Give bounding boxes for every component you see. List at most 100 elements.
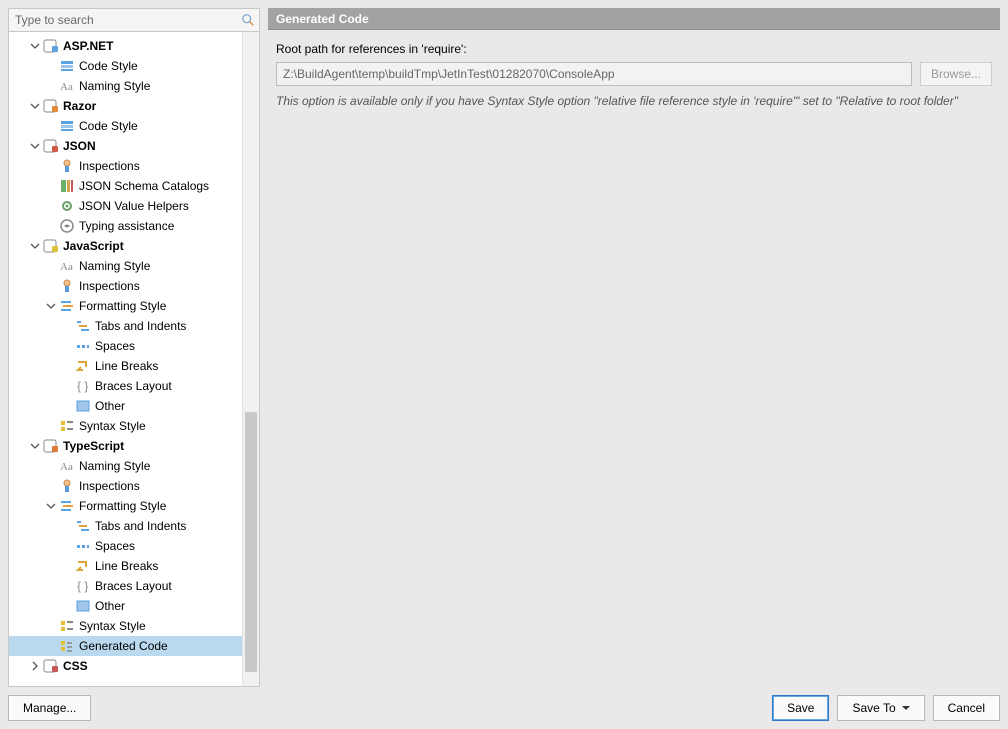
tree-item-label: CSS: [63, 656, 88, 676]
root-path-label: Root path for references in 'require':: [276, 42, 992, 56]
save-button[interactable]: Save: [772, 695, 829, 721]
expander-icon[interactable]: [45, 300, 57, 312]
tree-row-naming-style[interactable]: AaNaming Style: [9, 256, 259, 276]
tree-row-json[interactable]: JSON: [9, 136, 259, 156]
cat-icon: [59, 178, 75, 194]
hint-text: This option is available only if you hav…: [276, 94, 992, 108]
footer: Manage... Save Save To Cancel: [0, 687, 1008, 729]
tree-item-label: Code Style: [79, 56, 138, 76]
tree-item-label: Other: [95, 396, 125, 416]
tree-item-label: JSON Schema Catalogs: [79, 176, 209, 196]
tree-item-label: Tabs and Indents: [95, 516, 186, 536]
tree-row-braces-layout[interactable]: { } Braces Layout: [9, 376, 259, 396]
expander-icon[interactable]: [29, 40, 41, 52]
tree-row-other[interactable]: Other: [9, 396, 259, 416]
manage-button[interactable]: Manage...: [8, 695, 91, 721]
tree-row-inspections[interactable]: Inspections: [9, 276, 259, 296]
expander-icon[interactable]: [29, 440, 41, 452]
tree-row-code-style[interactable]: Code Style: [9, 56, 259, 76]
tree-scrollbar[interactable]: [242, 32, 259, 686]
tree-row-spaces[interactable]: Spaces: [9, 336, 259, 356]
tree-row-tabs-and-indents[interactable]: Tabs and Indents: [9, 516, 259, 536]
tree-row-line-breaks[interactable]: Line Breaks: [9, 556, 259, 576]
tree-item-label: Line Breaks: [95, 556, 158, 576]
tree-row-naming-style[interactable]: AaNaming Style: [9, 76, 259, 96]
tree-row-syntax-style[interactable]: Syntax Style: [9, 416, 259, 436]
tree-row-generated-code[interactable]: Generated Code: [9, 636, 259, 656]
tree-item-label: Inspections: [79, 476, 140, 496]
search-container: [8, 8, 260, 32]
tree-row-json-schema-catalogs[interactable]: JSON Schema Catalogs: [9, 176, 259, 196]
section-body: Root path for references in 'require': B…: [268, 30, 1000, 687]
search-icon[interactable]: [241, 13, 255, 27]
tree-row-other[interactable]: Other: [9, 596, 259, 616]
tree-row-typing-assistance[interactable]: Typing assistance: [9, 216, 259, 236]
expander-icon[interactable]: [29, 100, 41, 112]
tree-item-label: Typing assistance: [79, 216, 174, 236]
page-title: Generated Code: [268, 8, 1000, 30]
cancel-button[interactable]: Cancel: [933, 695, 1000, 721]
style-icon: [59, 118, 75, 134]
tree-item-label: JSON Value Helpers: [79, 196, 189, 216]
tree-item-label: Tabs and Indents: [95, 316, 186, 336]
scroll-thumb[interactable]: [245, 412, 257, 672]
tree-row-css[interactable]: CSS: [9, 656, 259, 676]
tree-row-code-style[interactable]: Code Style: [9, 116, 259, 136]
brace-icon: { }: [75, 578, 91, 594]
save-to-label: Save To: [852, 701, 895, 715]
brace-icon: { }: [75, 378, 91, 394]
svg-text:Aa: Aa: [60, 81, 73, 93]
tree-item-label: Braces Layout: [95, 376, 172, 396]
json-icon: [43, 138, 59, 154]
tree-row-formatting-style[interactable]: Formatting Style: [9, 496, 259, 516]
tree-row-asp-net[interactable]: ASP.NET: [9, 36, 259, 56]
svg-text:{ }: { }: [77, 579, 88, 593]
expander-icon[interactable]: [29, 240, 41, 252]
syn-icon: [59, 418, 75, 434]
expander-icon[interactable]: [45, 500, 57, 512]
search-input[interactable]: [9, 9, 259, 31]
tree-row-braces-layout[interactable]: { }Braces Layout: [9, 576, 259, 596]
svg-text:Aa: Aa: [60, 461, 73, 473]
tree-item-label: Naming Style: [79, 456, 150, 476]
js-icon: [43, 238, 59, 254]
tree-item-label: Code Style: [79, 116, 138, 136]
expander-icon[interactable]: [29, 140, 41, 152]
tree-row-razor[interactable]: Razor: [9, 96, 259, 116]
tree-row-json-value-helpers[interactable]: JSON Value Helpers: [9, 196, 259, 216]
options-dialog: ASP.NETCode StyleAaNaming StyleRazorCode…: [0, 0, 1008, 729]
typing-icon: [59, 218, 75, 234]
aa-icon: Aa: [59, 258, 75, 274]
tree-item-label: Formatting Style: [79, 496, 166, 516]
tree-container: ASP.NETCode StyleAaNaming StyleRazorCode…: [8, 32, 260, 687]
root-path-input: [276, 62, 912, 86]
insp-icon: [59, 278, 75, 294]
tree-row-line-breaks[interactable]: Line Breaks: [9, 356, 259, 376]
tree-item-label: Formatting Style: [79, 296, 166, 316]
tree-row-formatting-style[interactable]: Formatting Style: [9, 296, 259, 316]
razor-icon: [43, 98, 59, 114]
tree-row-javascript[interactable]: JavaScript: [9, 236, 259, 256]
root-path-row: Browse...: [276, 62, 992, 86]
left-pane: ASP.NETCode StyleAaNaming StyleRazorCode…: [8, 8, 260, 687]
tree-item-label: Other: [95, 596, 125, 616]
svg-text:{ }: { }: [77, 379, 88, 393]
tree-row-naming-style[interactable]: Aa Naming Style: [9, 456, 259, 476]
tree-row-spaces[interactable]: Spaces: [9, 536, 259, 556]
tree-row-inspections[interactable]: Inspections: [9, 476, 259, 496]
tree-row-typescript[interactable]: TypeScript: [9, 436, 259, 456]
tree-item-label: Razor: [63, 96, 96, 116]
expander-icon[interactable]: [29, 660, 41, 672]
style-icon: [59, 58, 75, 74]
syn-icon: [59, 618, 75, 634]
tree-row-syntax-style[interactable]: Syntax Style: [9, 616, 259, 636]
ts-icon: [43, 438, 59, 454]
aa-icon: Aa: [59, 458, 75, 474]
tree-item-label: Naming Style: [79, 256, 150, 276]
tree-row-inspections[interactable]: Inspections: [9, 156, 259, 176]
save-to-button[interactable]: Save To: [837, 695, 924, 721]
tree-item-label: Inspections: [79, 156, 140, 176]
tree-row-tabs-and-indents[interactable]: Tabs and Indents: [9, 316, 259, 336]
browse-button: Browse...: [920, 62, 992, 86]
options-tree[interactable]: ASP.NETCode StyleAaNaming StyleRazorCode…: [9, 32, 259, 680]
